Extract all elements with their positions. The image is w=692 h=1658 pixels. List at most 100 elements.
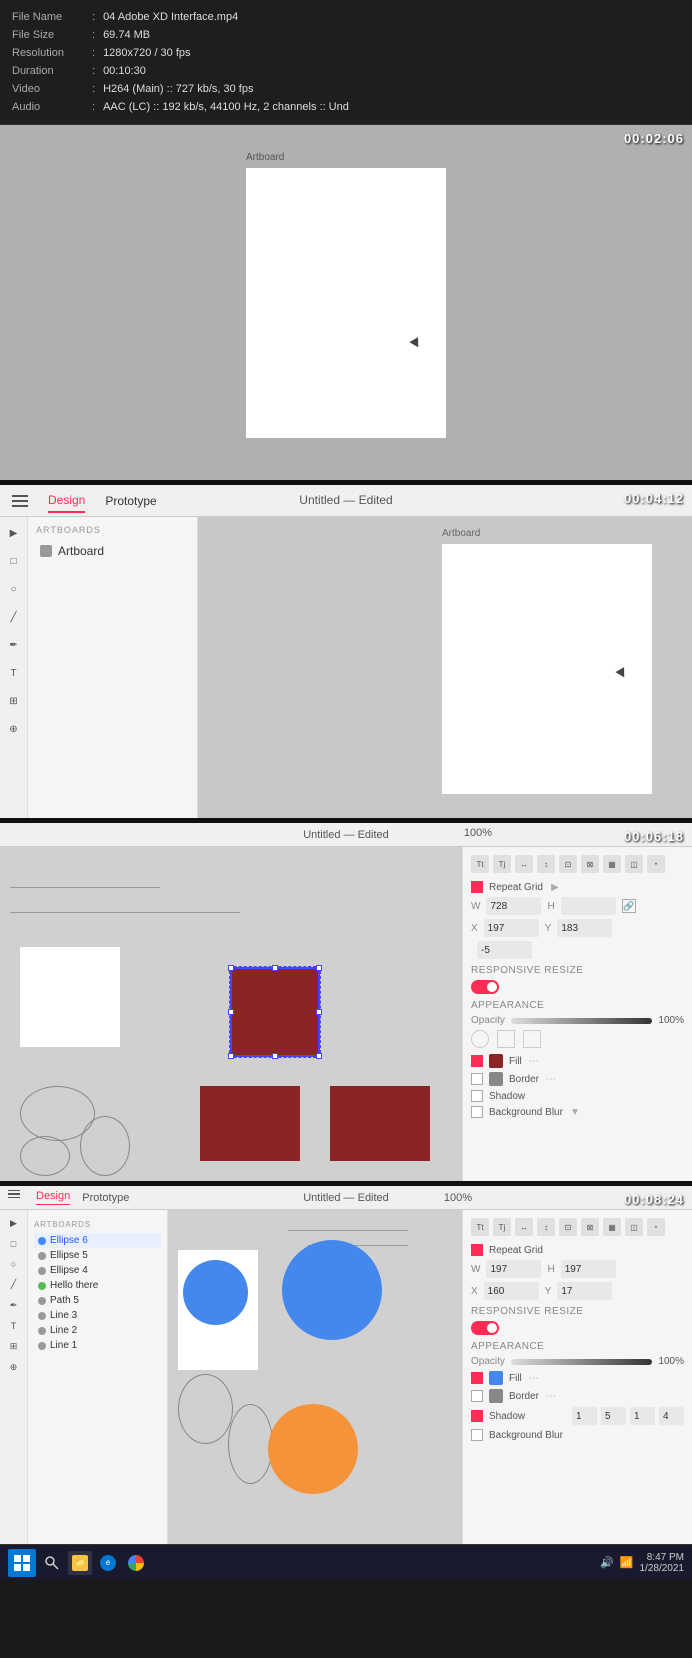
lock-ratio-btn[interactable]: 🔗 <box>622 899 636 913</box>
layer-ellipse6[interactable]: Ellipse 6 <box>34 1233 161 1248</box>
fill-color-swatch-4[interactable] <box>489 1371 503 1385</box>
s4-y-input[interactable] <box>557 1282 612 1300</box>
blend-diamond-btn[interactable]: ◇ <box>523 1030 541 1048</box>
x-input[interactable] <box>484 919 539 937</box>
layer-line1[interactable]: Line 1 <box>34 1338 161 1353</box>
y-input[interactable] <box>557 919 612 937</box>
text-tool[interactable]: T <box>6 665 22 681</box>
pen-tool-4[interactable]: ✒ <box>10 1300 18 1311</box>
handle-bl[interactable] <box>228 1053 234 1059</box>
repeat-grid-checkbox[interactable] <box>471 881 483 893</box>
panel-tool-btn-6[interactable]: ⊠ <box>581 855 599 873</box>
line-tool-4[interactable]: ╱ <box>11 1279 16 1290</box>
sidebar-artboard-item[interactable]: Artboard <box>36 541 189 561</box>
rectangle-tool[interactable]: □ <box>6 553 22 569</box>
s4-width-input[interactable] <box>486 1260 541 1278</box>
edge-browser-btn[interactable]: e <box>96 1551 120 1575</box>
panel-tool-btn-7[interactable]: ▦ <box>603 855 621 873</box>
layer-hello[interactable]: Hello there <box>34 1278 161 1293</box>
p4-tool-btn-4[interactable]: ↕ <box>537 1218 555 1236</box>
handle-ml[interactable] <box>228 1009 234 1015</box>
line-tool[interactable]: ╱ <box>6 609 22 625</box>
panel-tool-btn-5[interactable]: ⊡ <box>559 855 577 873</box>
search-taskbar-btn[interactable] <box>40 1551 64 1575</box>
opacity-slider[interactable] <box>511 1018 653 1024</box>
fill-checkbox[interactable] <box>471 1055 483 1067</box>
tab-prototype-2[interactable]: Prototype <box>105 490 156 512</box>
fill-expand-btn-4[interactable]: ⋯ <box>528 1372 540 1384</box>
fill-checkbox-4[interactable] <box>471 1372 483 1384</box>
selected-rectangle-3[interactable] <box>230 967 320 1057</box>
fill-expand-btn[interactable]: ⋯ <box>528 1055 540 1067</box>
handle-tl[interactable] <box>228 965 234 971</box>
chrome-btn[interactable] <box>124 1551 148 1575</box>
panel-tool-btn-2[interactable]: Tj <box>493 855 511 873</box>
artboard-tool[interactable]: ⊞ <box>6 693 22 709</box>
handle-tr[interactable] <box>316 965 322 971</box>
blend-circle-btn[interactable]: ○ <box>471 1030 489 1048</box>
p4-tool-btn-7[interactable]: ▦ <box>603 1218 621 1236</box>
shadow-checkbox[interactable] <box>471 1090 483 1102</box>
layer-ellipse5[interactable]: Ellipse 5 <box>34 1248 161 1263</box>
handle-br[interactable] <box>316 1053 322 1059</box>
p4-tool-btn-6[interactable]: ⊠ <box>581 1218 599 1236</box>
layer-path5[interactable]: Path 5 <box>34 1293 161 1308</box>
network-icon[interactable]: 📶 <box>620 1556 634 1569</box>
bg-blur-checkbox[interactable] <box>471 1106 483 1118</box>
handle-tm[interactable] <box>272 965 278 971</box>
panel-tool-btn-9[interactable]: ⬝ <box>647 855 665 873</box>
p4-tool-btn-3[interactable]: ↔ <box>515 1218 533 1236</box>
border-checkbox-4[interactable] <box>471 1390 483 1402</box>
shadow-blur[interactable] <box>630 1407 655 1425</box>
file-explorer-btn[interactable]: 📁 <box>68 1551 92 1575</box>
layer-line2[interactable]: Line 2 <box>34 1323 161 1338</box>
width-input[interactable] <box>486 897 541 915</box>
p4-tool-btn-2[interactable]: Tj <box>493 1218 511 1236</box>
tab-design-4[interactable]: Design <box>36 1190 70 1205</box>
shadow-y[interactable] <box>601 1407 626 1425</box>
s4-height-input[interactable] <box>561 1260 616 1278</box>
bg-blur-checkbox-4[interactable] <box>471 1429 483 1441</box>
zoom-tool[interactable]: ⊕ <box>6 721 22 737</box>
panel-tool-btn-1[interactable]: Tt <box>471 855 489 873</box>
start-button[interactable] <box>8 1549 36 1577</box>
x2-input[interactable] <box>477 941 532 959</box>
border-color-swatch-4[interactable] <box>489 1389 503 1403</box>
layer-ellipse4[interactable]: Ellipse 4 <box>34 1263 161 1278</box>
responsive-toggle-4[interactable] <box>471 1321 499 1335</box>
border-expand-btn[interactable]: ⋯ <box>545 1073 557 1085</box>
panel-tool-btn-4[interactable]: ↕ <box>537 855 555 873</box>
ellipse-tool-4[interactable]: ○ <box>11 1259 16 1269</box>
bg-blur-expand-btn[interactable]: ▼ <box>569 1106 581 1118</box>
handle-mr[interactable] <box>316 1009 322 1015</box>
fill-color-swatch[interactable] <box>489 1054 503 1068</box>
border-color-swatch[interactable] <box>489 1072 503 1086</box>
blend-square-btn[interactable]: □ <box>497 1030 515 1048</box>
artboard-tool-4[interactable]: ⊞ <box>10 1341 18 1352</box>
shadow-x[interactable] <box>572 1407 597 1425</box>
border-checkbox[interactable] <box>471 1073 483 1085</box>
shadow-spread[interactable] <box>659 1407 684 1425</box>
opacity-slider-4[interactable] <box>511 1359 653 1365</box>
menu-icon-4[interactable] <box>8 1190 24 1206</box>
panel-tool-btn-3[interactable]: ↔ <box>515 855 533 873</box>
p4-tool-btn-9[interactable]: ⬝ <box>647 1218 665 1236</box>
text-tool-4[interactable]: T <box>11 1321 17 1331</box>
p4-tool-btn-8[interactable]: ◫ <box>625 1218 643 1236</box>
responsive-toggle[interactable] <box>471 980 499 994</box>
p4-tool-btn-5[interactable]: ⊡ <box>559 1218 577 1236</box>
repeat-grid-checkbox-4[interactable] <box>471 1244 483 1256</box>
select-tool[interactable]: ▶ <box>6 525 22 541</box>
pen-tool[interactable]: ✒ <box>6 637 22 653</box>
layer-line3[interactable]: Line 3 <box>34 1308 161 1323</box>
tab-design-2[interactable]: Design <box>48 489 85 513</box>
border-expand-btn-4[interactable]: ⋯ <box>545 1390 557 1402</box>
zoom-tool-4[interactable]: ⊕ <box>10 1362 18 1373</box>
select-tool-4[interactable]: ▶ <box>10 1218 17 1229</box>
ellipse-tool[interactable]: ○ <box>6 581 22 597</box>
rect-tool-4[interactable]: □ <box>11 1239 16 1249</box>
volume-icon[interactable]: 🔊 <box>600 1556 614 1569</box>
height-input[interactable] <box>561 897 616 915</box>
repeat-grid-expand[interactable]: ▶ <box>549 881 561 893</box>
menu-icon-2[interactable] <box>12 495 28 507</box>
